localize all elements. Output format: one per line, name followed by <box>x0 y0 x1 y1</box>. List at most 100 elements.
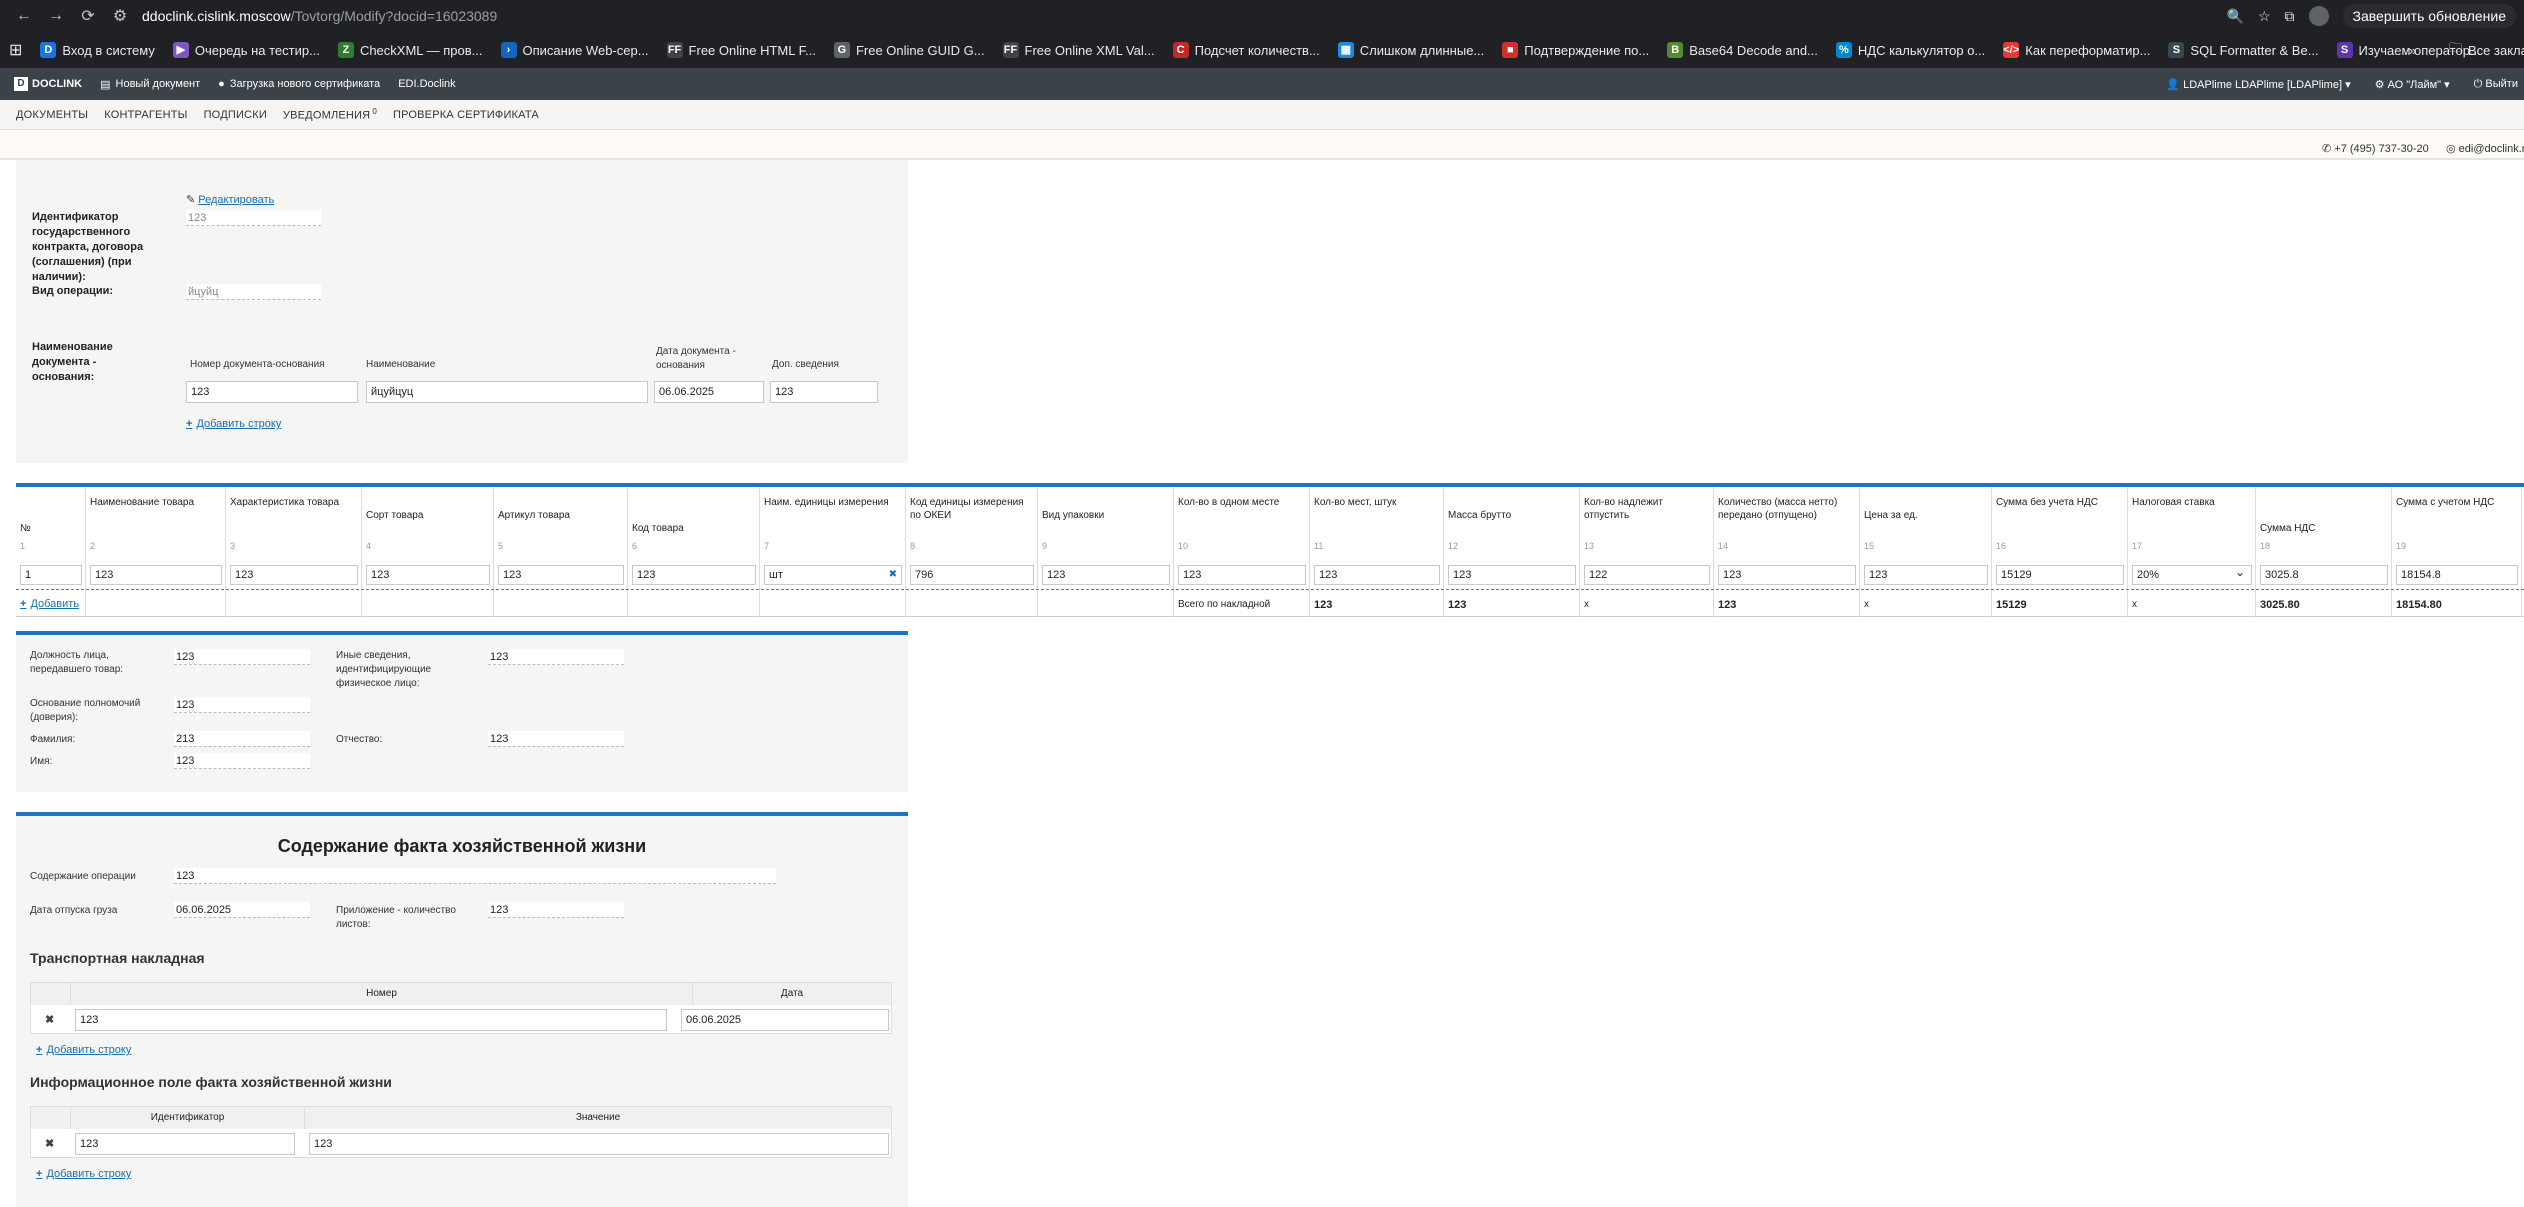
goods-cell-input[interactable]: 15129 <box>1996 565 2124 585</box>
menu-contractors[interactable]: КОНТРАГЕНТЫ <box>104 109 187 121</box>
goods-cell-input[interactable]: 123 <box>366 565 490 585</box>
bookmark-item[interactable]: Z CheckXML — пров... <box>329 42 492 58</box>
add-waybill-row-link[interactable]: + Добавить строку <box>36 1044 131 1056</box>
surname-field[interactable]: 213 <box>174 731 310 747</box>
logout-link[interactable]: ⏻ Выйти <box>2474 78 2518 91</box>
total-value: 3025.80 <box>2260 599 2300 611</box>
menu-subscriptions[interactable]: ПОДПИСКИ <box>204 109 267 121</box>
goods-column: Вид упаковки 9 123 <box>1038 487 1174 617</box>
bookmark-favicon-icon: </> <box>2003 42 2020 58</box>
other-info-field[interactable]: 123 <box>488 649 624 665</box>
zoom-icon[interactable]: 🔍 <box>2227 8 2244 25</box>
bookmark-favicon-icon: FF <box>1002 42 1019 58</box>
goods-cell-input[interactable]: 123 <box>632 565 756 585</box>
update-button[interactable]: Завершить обновление <box>2342 4 2516 28</box>
extensions-icon[interactable]: ⧉ <box>2285 8 2295 25</box>
info-value-input[interactable]: 123 <box>309 1133 889 1155</box>
gov-contract-field[interactable]: 123 <box>186 210 321 226</box>
forward-icon[interactable]: → <box>42 4 70 28</box>
basis-date-input[interactable]: 06.06.2025 <box>654 381 764 403</box>
goods-cell-input[interactable]: 122 <box>1584 565 1710 585</box>
more-bookmarks-icon[interactable]: » <box>2400 43 2425 58</box>
menu-documents[interactable]: ДОКУМЕНТЫ <box>16 109 88 121</box>
goods-cell-input[interactable]: 123 <box>1178 565 1306 585</box>
browser-toolbar: ← → ⟳ ⚙ ddoclink.cislink.moscow/Tovtorg/… <box>0 0 2524 32</box>
add-info-row-link[interactable]: + Добавить строку <box>36 1168 131 1180</box>
load-cert-link[interactable]: ● Загрузка нового сертификата <box>218 78 380 90</box>
apps-icon[interactable]: ⊞ <box>0 40 31 60</box>
bookmark-item[interactable]: B Base64 Decode and... <box>1658 42 1827 58</box>
operation-type-field[interactable]: йцуйц <box>186 284 321 300</box>
total-value: х <box>1584 599 1589 610</box>
bookmark-item[interactable]: ■ Подтверждение по... <box>1493 42 1658 58</box>
goods-cell-input[interactable]: 123 <box>1042 565 1170 585</box>
goods-cell-input[interactable]: 123 <box>1718 565 1856 585</box>
site-settings-icon[interactable]: ⚙ <box>106 4 134 28</box>
waybill-title: Транспортная накладная <box>30 950 205 966</box>
menu-notifications[interactable]: УВЕДОМЛЕНИЯ 0 <box>283 107 377 122</box>
add-goods-row-link[interactable]: + Добавить <box>20 598 79 610</box>
info-id-input[interactable]: 123 <box>75 1133 295 1155</box>
goods-cell-input[interactable]: 796 <box>910 565 1034 585</box>
waybill-date-input[interactable]: 06.06.2025 <box>681 1009 889 1031</box>
goods-cell-input[interactable]: 3025.8 <box>2260 565 2388 585</box>
star-icon[interactable]: ☆ <box>2258 8 2271 25</box>
bookmark-label: Как переформатир... <box>2025 42 2151 58</box>
name-field[interactable]: 123 <box>174 753 310 769</box>
authority-field[interactable]: 123 <box>174 697 310 713</box>
tax-rate-select[interactable]: 20% ⌄ <box>2132 565 2252 585</box>
bookmark-item[interactable]: D Вход в систему <box>31 42 163 58</box>
delete-waybill-icon[interactable]: ✖ <box>45 1013 54 1026</box>
delete-info-icon[interactable]: ✖ <box>45 1137 54 1150</box>
goods-cell-input[interactable]: 123 <box>1864 565 1988 585</box>
profile-icon[interactable] <box>2308 6 2329 26</box>
position-field[interactable]: 123 <box>174 649 310 665</box>
logo[interactable]: D DOCLINK <box>0 77 82 91</box>
goods-cell-value: 3025.8 <box>2265 569 2299 581</box>
goods-column: Кол-во мест, штук 11 123 123 <box>1310 487 1444 617</box>
bookmark-favicon-icon: Z <box>337 42 354 58</box>
phone-icon: ✆ <box>2322 143 2335 155</box>
bookmark-item[interactable]: C Подсчет количеств... <box>1164 42 1329 58</box>
user-menu[interactable]: 👤 LDAPlime LDAPlime [LDAPlime] ▾ <box>2166 78 2350 91</box>
bookmark-item[interactable]: S SQL Formatter & Be... <box>2159 42 2327 58</box>
patronymic-field[interactable]: 123 <box>488 731 624 747</box>
edit-link[interactable]: ✎ Редактировать <box>186 193 274 206</box>
appendix-field[interactable]: 123 <box>488 902 624 918</box>
address-bar[interactable]: ddoclink.cislink.moscow/Tovtorg/Modify?d… <box>142 8 497 24</box>
goods-cell-input[interactable]: 1 <box>20 565 82 585</box>
waybill-header-empty <box>31 983 71 1005</box>
edi-link[interactable]: EDI.Doclink <box>398 78 455 90</box>
reload-icon[interactable]: ⟳ <box>74 4 102 28</box>
org-menu[interactable]: ⚙ АО "Лайм" ▾ <box>2375 78 2450 91</box>
goods-header: Артикул товара <box>498 510 570 521</box>
menu-check-cert[interactable]: ПРОВЕРКА СЕРТИФИКАТА <box>393 109 539 121</box>
bookmark-item[interactable]: </> Как переформатир... <box>1994 42 2159 58</box>
bookmark-item[interactable]: G Free Online GUID G... <box>825 42 994 58</box>
basis-number-input[interactable]: 123 <box>186 381 358 403</box>
goods-cell-input[interactable]: 123 <box>230 565 358 585</box>
goods-cell-input[interactable]: 18154.8 <box>2396 565 2518 585</box>
goods-cell-input[interactable]: 123 <box>1448 565 1576 585</box>
bookmark-item[interactable]: ▶ Очередь на тестир... <box>164 42 329 58</box>
waybill-number-input[interactable]: 123 <box>75 1009 667 1031</box>
new-document-link[interactable]: ▤ Новый документ <box>100 78 200 91</box>
back-icon[interactable]: ← <box>10 4 38 28</box>
ship-date-field[interactable]: 06.06.2025 <box>174 902 310 918</box>
email-contact[interactable]: ◎ edi@doclink.ru <box>2446 142 2524 155</box>
bookmark-item[interactable]: FF Free Online HTML F... <box>658 42 825 58</box>
goods-cell-input[interactable]: шт ✖ <box>764 565 902 585</box>
bookmark-item[interactable]: % НДС калькулятор о... <box>1827 42 1994 58</box>
goods-cell-input[interactable]: 123 <box>498 565 624 585</box>
bookmark-item[interactable]: › Описание Web-сер... <box>492 42 658 58</box>
goods-cell-input[interactable]: 123 <box>1314 565 1440 585</box>
all-bookmarks[interactable]: 🗀 Все закла <box>2440 39 2524 61</box>
basis-extra-input[interactable]: 123 <box>770 381 878 403</box>
basis-name-input[interactable]: йцуйцуц <box>366 381 648 403</box>
bookmark-item[interactable]: ▦ Слишком длинные... <box>1329 42 1493 58</box>
clear-icon[interactable]: ✖ <box>889 566 897 584</box>
add-basis-row-link[interactable]: + Добавить строку <box>186 418 281 430</box>
content-field[interactable]: 123 <box>174 868 776 884</box>
bookmark-item[interactable]: FF Free Online XML Val... <box>994 42 1164 58</box>
goods-cell-input[interactable]: 123 <box>90 565 222 585</box>
